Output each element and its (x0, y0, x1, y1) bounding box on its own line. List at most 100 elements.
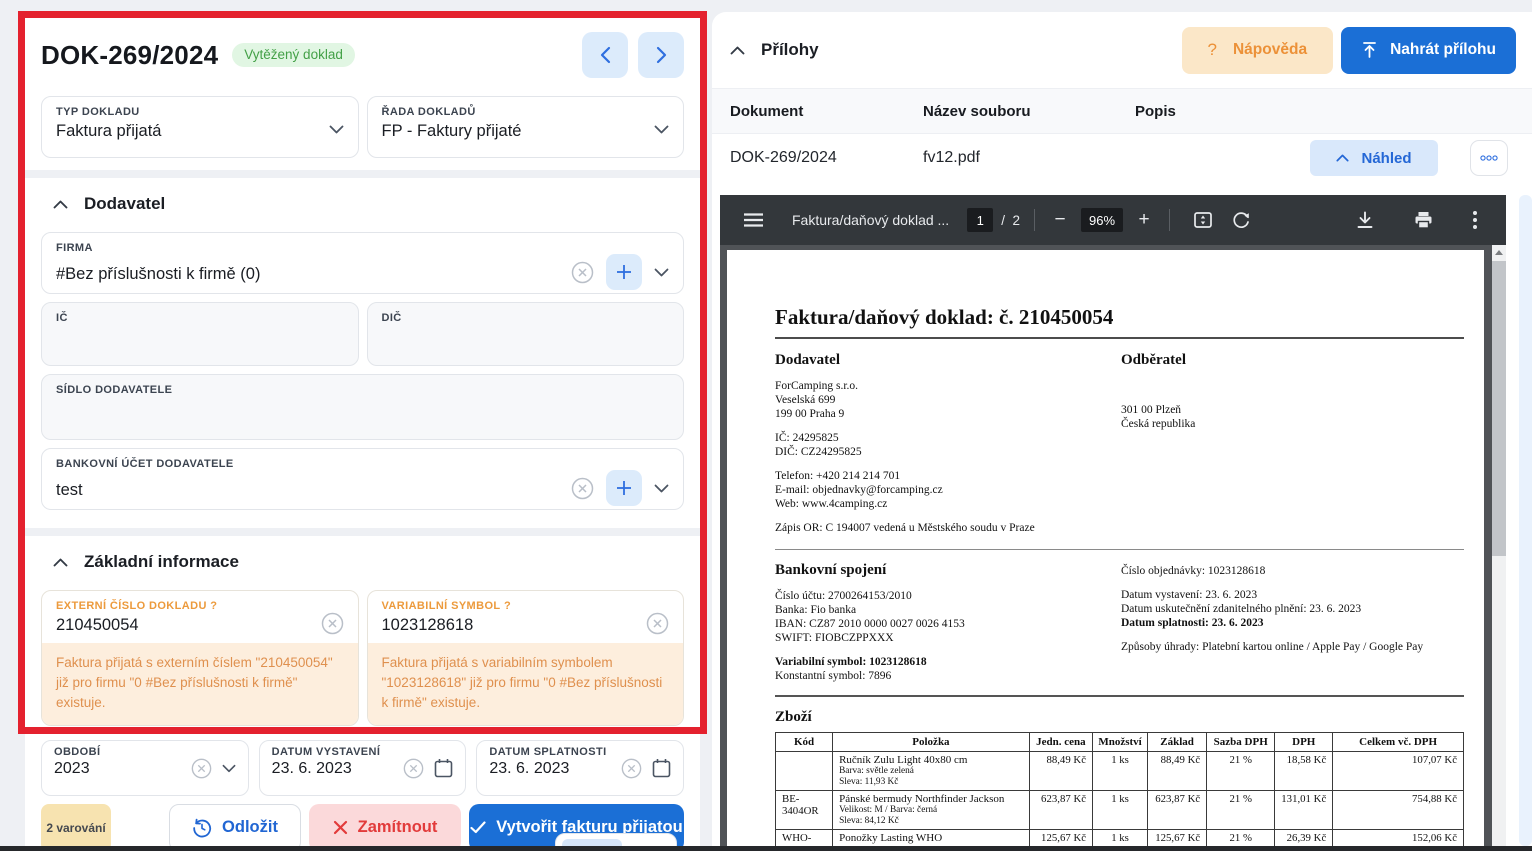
datum-vystaveni-field[interactable]: DATUM VYSTAVENÍ 23. 6. 2023 (259, 740, 467, 796)
pdf-document-title: Faktura/daňový doklad ... (792, 212, 949, 228)
pdf-text-line: Datum splatnosti: 23. 6. 2023 (1121, 616, 1464, 630)
fit-page-icon[interactable] (1193, 210, 1213, 230)
goods-cell: 1 ks (1093, 830, 1148, 847)
chevron-down-icon[interactable] (654, 125, 669, 134)
column-header: Název souboru (923, 103, 1135, 120)
calendar-icon[interactable] (652, 758, 671, 778)
separator (775, 695, 1464, 697)
pdf-text-line: DIČ: CZ24295825 (775, 445, 1121, 459)
collapse-chevron-icon[interactable] (730, 46, 745, 55)
page-number-input[interactable]: 1 (967, 208, 993, 232)
externi-cislo-field[interactable]: EXTERNÍ ČÍSLO DOKLADU ? 210450054 (42, 591, 358, 643)
clear-field-icon[interactable] (571, 477, 594, 500)
help-icon[interactable]: ? (504, 600, 511, 612)
clear-field-icon[interactable] (621, 758, 642, 779)
goods-cell: 623,87 Kč (1029, 791, 1092, 830)
chevron-down-icon[interactable] (222, 764, 236, 773)
chevron-down-icon[interactable] (329, 125, 344, 134)
row-actions-button[interactable] (1470, 140, 1508, 176)
field-label: FIRMA (56, 242, 669, 254)
typ-dokladu-select[interactable]: TYP DOKLADU Faktura přijatá (41, 96, 359, 158)
scrollbar-thumb[interactable] (1492, 261, 1506, 556)
add-firma-button[interactable] (606, 254, 642, 290)
attachment-row[interactable]: DOK-269/2024 fv12.pdf Náhled (712, 134, 1532, 182)
pdf-viewer: Faktura/daňový doklad ... 1 / 2 − 96% + (720, 195, 1506, 846)
panel-scrollbar[interactable] (1519, 195, 1532, 846)
collapse-chevron-icon[interactable] (53, 200, 68, 209)
datum-splatnosti-field[interactable]: DATUM SPLATNOSTI 23. 6. 2023 (476, 740, 684, 796)
reject-button[interactable]: Zamítnout (309, 804, 461, 851)
status-badge: Vytěžený doklad (232, 43, 355, 67)
pdf-text-line: ForCamping s.r.o. (775, 379, 1121, 393)
field-value: 210450054 (56, 616, 321, 635)
goods-cell: 107,07 Kč (1333, 752, 1464, 791)
pdf-text-line: Datum vystavení: 23. 6. 2023 (1121, 588, 1464, 602)
customer-heading: Odběratel (1121, 352, 1464, 369)
more-options-icon (1480, 155, 1498, 161)
bank-details: Číslo účtu: 2700264153/2010Banka: Fio ba… (775, 589, 1121, 683)
goods-table-header: KódPoložkaJedn. cenaMnožstvíZákladSazba … (776, 733, 1464, 752)
attachment-filename: fv12.pdf (923, 149, 1135, 167)
sidlo-dodavatele-field[interactable]: SÍDLO DODAVATELE (41, 374, 684, 440)
field-label: IČ (56, 312, 344, 324)
order-details: Číslo objednávky: 1023128618Datum vystav… (1121, 564, 1464, 654)
clear-field-icon[interactable] (571, 261, 594, 284)
goods-cell: 125,67 Kč (1148, 830, 1207, 847)
collapse-chevron-icon[interactable] (53, 558, 68, 567)
goods-cell: WHO-900L: (776, 830, 833, 847)
chevron-down-icon[interactable] (654, 484, 669, 493)
duplicate-warning-message: Faktura přijatá s variabilním symbolem "… (368, 643, 684, 725)
pdf-scrollbar[interactable] (1492, 245, 1506, 846)
pdf-text-line: Česká republika (1121, 417, 1464, 431)
clear-field-icon[interactable] (646, 612, 669, 635)
prev-document-button[interactable] (582, 32, 628, 78)
add-bank-account-button[interactable] (606, 470, 642, 506)
pdf-text-line: Telefon: +420 214 214 701 (775, 469, 1121, 483)
goods-column-header: Základ (1148, 733, 1207, 752)
pdf-text-line: IČ: 24295825 (775, 431, 1121, 445)
goods-row: BE-3404ORPánské bermudy Northfinder Jack… (776, 791, 1464, 830)
zakladni-informace-section: Základní informace EXTERNÍ ČÍSLO DOKLADU… (25, 536, 700, 846)
chevron-down-icon[interactable] (654, 268, 669, 277)
ic-field[interactable]: IČ (41, 302, 359, 366)
goods-column-header: Sazba DPH (1207, 733, 1275, 752)
goods-cell: 1 ks (1093, 791, 1148, 830)
download-icon[interactable] (1356, 211, 1374, 229)
bank-heading: Bankovní spojení (775, 562, 1121, 579)
duplicate-warning-message: Faktura přijatá s externím číslem "21045… (42, 643, 358, 725)
variabilni-symbol-field[interactable]: VARIABILNÍ SYMBOL ? 1023128618 (368, 591, 684, 643)
field-value: Faktura přijatá (56, 122, 329, 141)
button-label: Odložit (222, 818, 278, 837)
zoom-level[interactable]: 96% (1081, 208, 1123, 232)
scroll-up-arrow-icon[interactable] (1492, 245, 1506, 259)
clear-field-icon[interactable] (191, 758, 212, 779)
pdf-text-line: Banka: Fio banka (775, 603, 1121, 617)
menu-icon[interactable] (744, 213, 763, 227)
postpone-button[interactable]: Odložit (169, 804, 301, 851)
zoom-out-button[interactable]: − (1049, 209, 1071, 231)
warnings-count-badge[interactable]: 2 varování (41, 804, 111, 851)
clear-field-icon[interactable] (321, 612, 344, 635)
bankovni-ucet-combobox[interactable]: BANKOVNÍ ÚČET DODAVATELE test (41, 448, 684, 510)
print-icon[interactable] (1414, 211, 1433, 229)
preview-toggle-button[interactable]: Náhled (1310, 140, 1438, 176)
next-document-button[interactable] (638, 32, 684, 78)
clear-field-icon[interactable] (403, 758, 424, 779)
attachments-table-header: Dokument Název souboru Popis (712, 88, 1532, 134)
goods-cell: 21 % (1207, 752, 1275, 791)
more-options-vertical-icon[interactable] (1473, 211, 1477, 229)
firma-combobox[interactable]: FIRMA #Bez příslušnosti k firmě (0) (41, 232, 684, 294)
pdf-text-line: 199 00 Praha 9 (775, 407, 1121, 421)
zoom-in-button[interactable]: + (1133, 209, 1155, 231)
pdf-text-line: Způsoby úhrady: Platební kartou online /… (1121, 640, 1464, 654)
field-value: #Bez příslušnosti k firmě (0) (56, 265, 563, 284)
help-icon[interactable]: ? (210, 600, 217, 612)
pdf-text-line: Zápis OR: C 194007 vedená u Městského so… (775, 521, 1121, 535)
calendar-icon[interactable] (434, 758, 453, 778)
upload-attachment-button[interactable]: Nahrát přílohu (1341, 27, 1516, 74)
help-button[interactable]: ? Nápověda (1182, 27, 1334, 74)
rada-dokladu-select[interactable]: ŘADA DOKLADŮ FP - Faktury přijaté (367, 96, 685, 158)
rotate-icon[interactable] (1231, 210, 1251, 230)
obdobi-select[interactable]: OBDOBÍ 2023 (41, 740, 249, 796)
dic-field[interactable]: DIČ (367, 302, 685, 366)
